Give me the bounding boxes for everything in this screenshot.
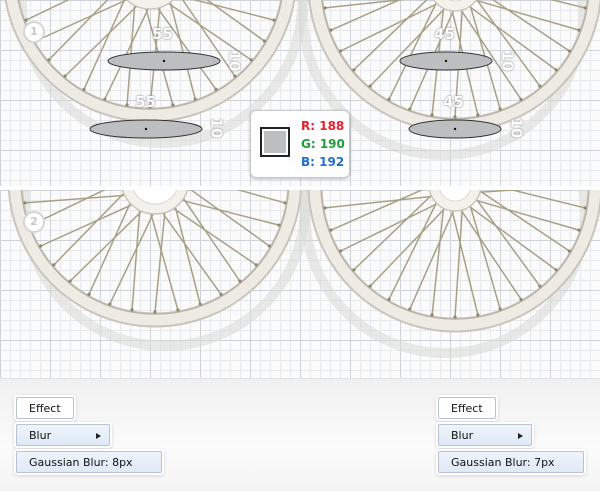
step-number-badge: 2	[23, 211, 45, 233]
step-2-panel: 2	[0, 190, 600, 378]
wheel-illustration-bottom	[0, 190, 600, 378]
blur-label: Blur	[451, 429, 473, 442]
width-label: 45	[434, 25, 455, 43]
width-label: 55	[152, 25, 173, 43]
effect-menu-area: Effect Blur Gaussian Blur: 8px Effect Bl…	[0, 378, 600, 491]
red-value: R: 188	[301, 119, 344, 133]
blur-menu-item[interactable]: Blur	[16, 424, 110, 446]
effect-menu[interactable]: Effect	[16, 397, 74, 419]
triangle-right-icon	[96, 433, 101, 439]
wheel-right	[305, 190, 595, 353]
height-label: 10	[498, 51, 516, 72]
height-label: 10	[207, 118, 225, 139]
width-label: 45	[443, 93, 464, 111]
width-label: 55	[135, 93, 156, 111]
triangle-right-icon	[518, 433, 523, 439]
color-info-card: R: 188 G: 190 B: 192	[250, 110, 350, 178]
blue-value: B: 192	[301, 155, 344, 169]
height-label: 10	[507, 118, 525, 139]
height-label: 10	[225, 51, 243, 72]
gaussian-blur-menu-item[interactable]: Gaussian Blur: 8px	[16, 451, 162, 473]
blur-label: Blur	[29, 429, 51, 442]
gaussian-blur-menu-item[interactable]: Gaussian Blur: 7px	[438, 451, 584, 473]
green-value: G: 190	[301, 137, 345, 151]
color-swatch	[260, 127, 290, 157]
blur-menu-item[interactable]: Blur	[438, 424, 532, 446]
step-1-panel: 1 55 10 55 10 45 10 45 10 R: 188 G: 190 …	[0, 0, 600, 186]
step-number-badge: 1	[23, 21, 45, 43]
effect-menu[interactable]: Effect	[438, 397, 496, 419]
wheel-left	[15, 190, 305, 346]
